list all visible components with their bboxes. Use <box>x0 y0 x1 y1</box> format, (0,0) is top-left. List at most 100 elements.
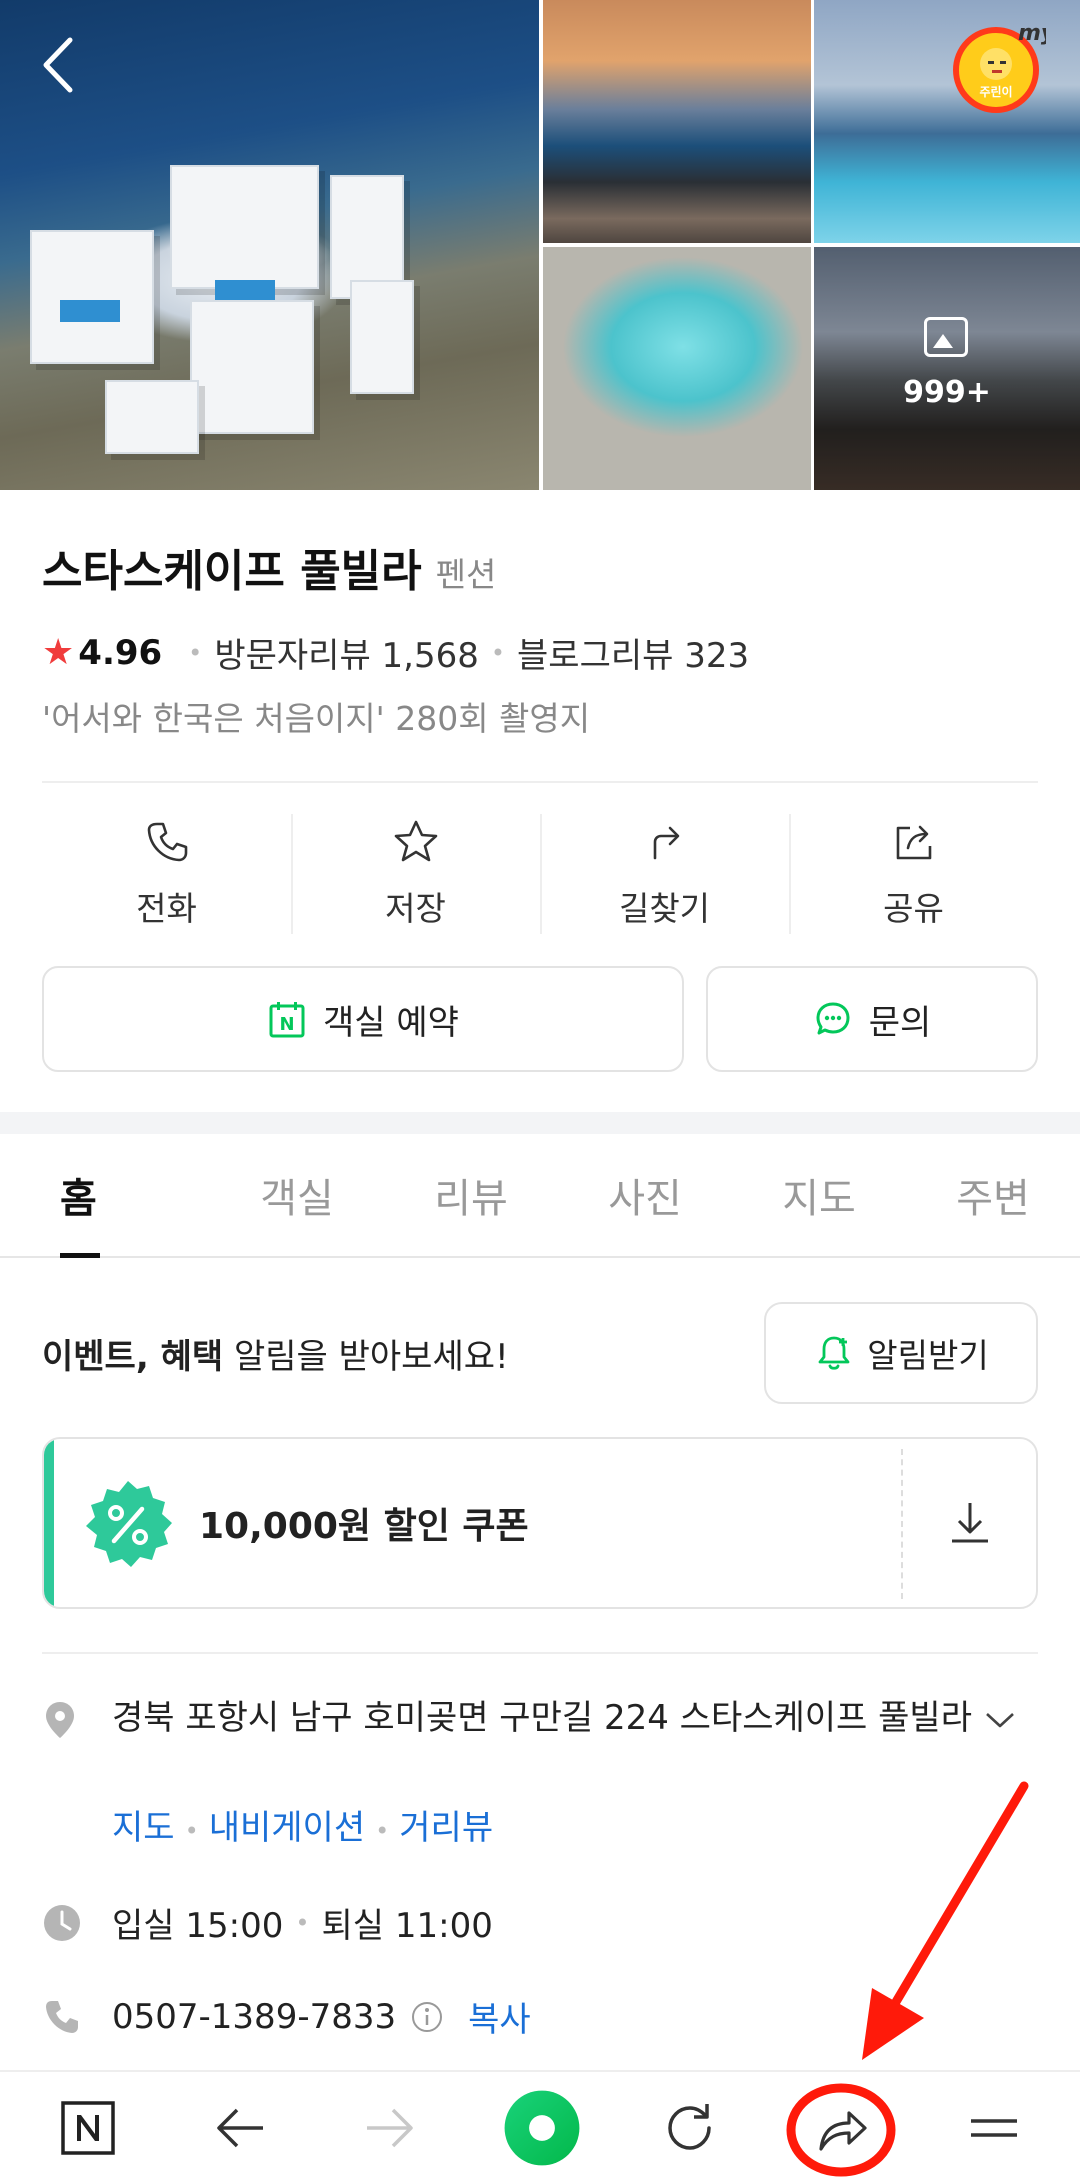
directions-button[interactable]: 길찾기 <box>540 812 789 934</box>
divider <box>42 1652 1038 1654</box>
separator-dot: • <box>295 1908 310 1937</box>
phone-icon <box>46 2000 78 2033</box>
place-category: 펜션 <box>435 555 497 594</box>
booking-buttons: N 객실 예약 문의 <box>42 966 1038 1072</box>
svg-text:N: N <box>279 1014 294 1035</box>
image-icon <box>924 317 968 357</box>
naver-n-icon <box>61 2101 115 2155</box>
naver-home-button[interactable] <box>28 2072 148 2184</box>
tab-nearby[interactable]: 주변 <box>906 1134 1080 1256</box>
download-icon[interactable] <box>944 1497 996 1549</box>
section-separator <box>0 1112 1080 1134</box>
tab-reviews[interactable]: 리뷰 <box>384 1134 558 1256</box>
rating-value: 4.96 <box>78 632 163 673</box>
star-icon <box>394 820 437 862</box>
photo-thumb-3[interactable] <box>543 247 811 490</box>
arrow-right-icon <box>367 2108 413 2148</box>
chevron-down-icon[interactable] <box>983 1709 1017 1731</box>
address-links: 지도 • 내비게이션 • 거리뷰 <box>112 1800 493 1849</box>
clock-icon <box>44 1904 80 1941</box>
share-icon <box>896 825 931 860</box>
tab-home[interactable]: 홈 <box>0 1134 210 1258</box>
notice-bold: 이벤트, 혜택 <box>42 1336 224 1377</box>
map-link[interactable]: 지도 <box>112 1808 175 1848</box>
back-button[interactable] <box>180 2072 300 2184</box>
photo-thumb-1[interactable] <box>543 0 811 243</box>
checkout-time: 퇴실 11:00 <box>321 1906 493 1946</box>
address-value: 경북 포항시 남구 호미곶면 구만길 224 스타스케이프 풀빌라 <box>112 1698 972 1738</box>
bell-icon <box>818 1336 850 1370</box>
notify-button[interactable]: 알림받기 <box>764 1302 1038 1404</box>
browser-toolbar <box>0 2070 1080 2184</box>
blog-reviews-link[interactable]: 블로그리뷰 323 <box>517 628 749 677</box>
photo-count: 999+ <box>903 375 991 410</box>
notify-label: 알림받기 <box>867 1336 989 1375</box>
place-name: 스타스케이프 풀빌라 <box>42 546 422 597</box>
address-text[interactable]: 경북 포항시 남구 호미곶면 구만길 224 스타스케이프 풀빌라 <box>112 1692 1032 1744</box>
separator-dot: • <box>375 1817 390 1845</box>
tab-map[interactable]: 지도 <box>732 1134 906 1256</box>
divider <box>42 781 1038 783</box>
coupon-divider <box>901 1449 903 1599</box>
tab-bar: 홈 객실 리뷰 사진 지도 주변 <box>0 1134 1080 1258</box>
call-button[interactable]: 전화 <box>42 812 291 932</box>
place-subtitle: '어서와 한국은 처음이지' 280회 촬영지 <box>42 699 591 738</box>
my-profile-badge[interactable]: my 주린이 <box>950 18 1046 114</box>
share-arrow-icon <box>819 2111 867 2151</box>
arrow-left-icon <box>217 2108 263 2148</box>
phone-row: 0507-1389-7833 복사 <box>42 1992 531 2041</box>
place-header: 스타스케이프 풀빌라 펜션 <box>42 535 496 599</box>
hamburger-menu-icon <box>971 2119 1017 2137</box>
hours-row: 입실 15:00 • 퇴실 11:00 <box>42 1898 493 1947</box>
badge-my-text: my <box>1018 21 1046 46</box>
save-label: 저장 <box>385 889 446 928</box>
rating-star-icon: ★ <box>42 632 75 673</box>
streetview-link[interactable]: 거리뷰 <box>399 1808 493 1848</box>
separator-dot: • <box>490 638 506 667</box>
coupon-text: 10,000원 할인 쿠폰 <box>199 1506 529 1547</box>
percent-badge-icon <box>86 1481 172 1567</box>
photo-thumb-more[interactable]: 999+ <box>814 247 1080 490</box>
refresh-icon <box>668 2104 711 2150</box>
forward-button[interactable] <box>330 2072 450 2184</box>
location-pin-icon <box>46 1702 74 1738</box>
separator-dot: • <box>184 1817 199 1845</box>
notice-rest: 알림을 받아보세요! <box>223 1336 509 1377</box>
share-button[interactable]: 공유 <box>789 812 1038 934</box>
coupon-card[interactable]: 10,000원 할인 쿠폰 <box>42 1437 1038 1609</box>
menu-button[interactable] <box>934 2072 1054 2184</box>
info-icon[interactable] <box>410 2000 444 2034</box>
green-dot-icon <box>504 2090 580 2166</box>
directions-label: 길찾기 <box>618 889 711 928</box>
checkin-time: 입실 15:00 <box>112 1906 284 1946</box>
chat-bubble-icon <box>816 1002 850 1035</box>
directions-icon <box>653 826 679 860</box>
share-label: 공유 <box>883 889 944 928</box>
green-dot-button[interactable] <box>482 2072 602 2184</box>
reload-button[interactable] <box>630 2072 750 2184</box>
back-arrow-icon[interactable] <box>30 30 90 100</box>
notice-text: 이벤트, 혜택 알림을 받아보세요! <box>42 1329 509 1378</box>
event-notice: 이벤트, 혜택 알림을 받아보세요! 알림받기 <box>42 1302 1038 1404</box>
rating-row: ★ 4.96 • 방문자리뷰 1,568 • 블로그리뷰 323 <box>42 628 749 677</box>
copy-phone-link[interactable]: 복사 <box>468 1992 531 2041</box>
inquiry-label: 문의 <box>868 1002 932 1043</box>
save-button[interactable]: 저장 <box>291 812 540 934</box>
phone-number[interactable]: 0507-1389-7833 <box>112 1997 396 2037</box>
tab-rooms[interactable]: 객실 <box>210 1134 384 1256</box>
separator-dot: • <box>188 638 203 667</box>
reserve-room-label: 객실 예약 <box>323 1002 459 1043</box>
navigation-link[interactable]: 내비게이션 <box>209 1808 365 1848</box>
naver-booking-icon: N <box>269 1002 305 1038</box>
phone-icon <box>147 822 187 862</box>
badge-sub-text: 주린이 <box>979 84 1012 99</box>
inquiry-button[interactable]: 문의 <box>706 966 1038 1072</box>
coupon-stripe <box>44 1439 54 1607</box>
action-bar: 전화 저장 길찾기 공유 <box>42 812 1038 934</box>
photo-gallery[interactable]: 999+ my 주린이 <box>0 0 1080 490</box>
reserve-room-button[interactable]: N 객실 예약 <box>42 966 684 1072</box>
share-toolbar-button[interactable] <box>782 2072 902 2184</box>
tab-photos[interactable]: 사진 <box>558 1134 732 1256</box>
visitor-reviews-link[interactable]: 방문자리뷰 1,568 <box>214 628 479 677</box>
call-label: 전화 <box>136 889 197 928</box>
